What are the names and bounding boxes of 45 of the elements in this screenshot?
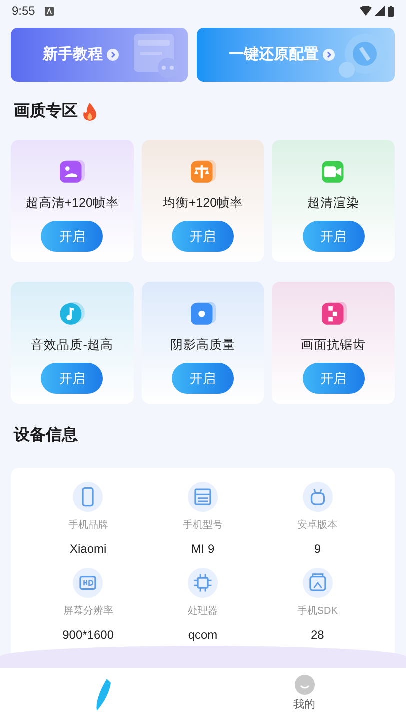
info-label: 处理器 — [188, 604, 218, 619]
banner-title: 新手教程 — [43, 44, 103, 65]
enable-button[interactable]: 开启 — [41, 362, 104, 394]
enable-button[interactable]: 开启 — [172, 220, 234, 252]
banner-card[interactable]: 一键还原配置 — [197, 28, 395, 82]
flame-icon — [82, 103, 98, 121]
battery-icon — [388, 6, 394, 16]
wifi-icon — [360, 6, 372, 16]
info-label: 手机品牌 — [68, 518, 108, 533]
notification-icon — [45, 6, 54, 16]
chevron-icon — [323, 49, 335, 61]
info-value: 28 — [310, 627, 324, 644]
card-icon — [188, 482, 218, 512]
info-label: 手机SDK — [297, 604, 338, 619]
info-value: qcom — [188, 627, 218, 644]
banner-title: 一键还原配置 — [229, 44, 319, 65]
enable-button[interactable]: 开启 — [172, 362, 234, 394]
enable-button[interactable]: 开启 — [41, 220, 104, 252]
card-label: 阴影高质量 — [170, 337, 236, 354]
status-time: 9:55 — [12, 3, 36, 20]
info-value: 900*1600 — [62, 627, 114, 644]
smiley-icon — [294, 675, 314, 696]
info-value: 9 — [314, 541, 321, 558]
info-label: 屏幕分辨率 — [63, 604, 114, 619]
card-label: 均衡+120帧率 — [162, 195, 244, 212]
card-label: 超清渲染 — [308, 195, 360, 212]
phone-icon — [73, 482, 104, 512]
card-label: 画面抗锯齿 — [301, 337, 366, 354]
info-value: Xiaomi — [70, 541, 107, 558]
enable-button[interactable]: 开启 — [302, 220, 365, 252]
section-title: 画质专区 — [14, 101, 78, 122]
banner-card[interactable]: 新手教程 — [11, 28, 188, 82]
screen-icon — [302, 568, 333, 598]
info-label: 安卓版本 — [298, 518, 338, 533]
chevron-icon — [107, 49, 119, 61]
chip-icon — [188, 568, 218, 598]
section-title: 设备信息 — [12, 426, 79, 446]
info-value: MI 9 — [191, 541, 215, 558]
enable-button[interactable]: 开启 — [302, 362, 365, 394]
card-label: 超高清+120帧率 — [26, 195, 119, 212]
info-label: 手机型号 — [182, 518, 223, 533]
hd-icon — [73, 568, 104, 598]
card-label: 音效品质-超高 — [31, 337, 114, 354]
tab-label: 我的 — [294, 698, 316, 714]
signal-icon — [375, 6, 385, 16]
